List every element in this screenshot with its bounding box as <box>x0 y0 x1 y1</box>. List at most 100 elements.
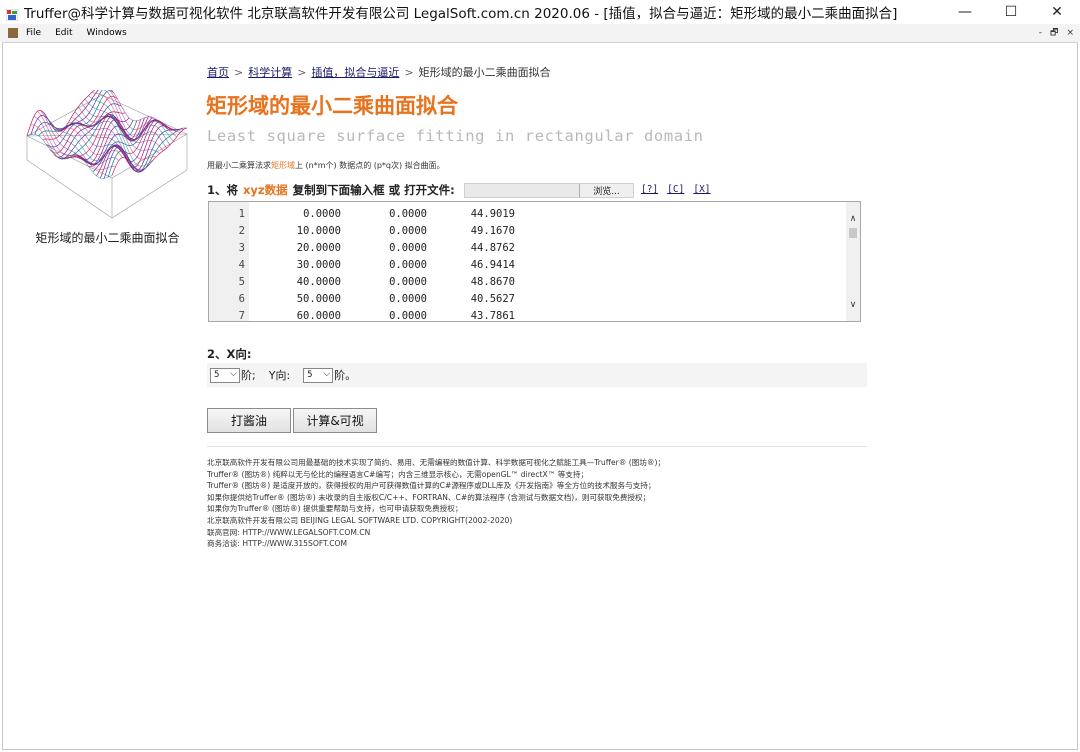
document-icon[interactable] <box>8 28 18 38</box>
desc-text: 用最小二乘算法求 <box>207 161 271 170</box>
cell-value: 20.0000 <box>296 242 341 254</box>
footer-line: Truffer® (图坊®) 纯粹以无与伦比的编程语言C#编写；内含三维显示核心… <box>207 469 589 479</box>
editor-scrollbar[interactable]: ∧ ∨ <box>846 202 860 321</box>
cell-value: 0.0000 <box>389 242 427 254</box>
breadcrumb-separator: > <box>404 66 414 79</box>
editor-row: 3 20.0000 0.0000 44.8762 <box>209 242 849 259</box>
file-path-field[interactable] <box>465 184 579 197</box>
mdi-minimize-button[interactable]: - <box>1039 28 1042 38</box>
surface-mesh-line <box>98 86 184 131</box>
step1-label: 1、将 xyz数据 复制到下面输入框 或 打开文件: <box>207 182 455 198</box>
x-order-select[interactable]: 5 ⌵ <box>210 367 240 383</box>
mdi-restore-button[interactable]: 🗗 <box>1050 25 1058 41</box>
compute-visualize-button[interactable]: 计算&可视 <box>293 408 377 433</box>
scroll-down-icon[interactable]: ∨ <box>846 298 860 312</box>
menu-windows[interactable]: Windows <box>87 28 127 38</box>
cell-value: 0.0000 <box>389 259 427 271</box>
footer-line: 北京联高软件开发有限公司 BEIJING LEGAL SOFTWARE LTD.… <box>207 515 513 525</box>
scroll-up-icon[interactable]: ∧ <box>846 212 860 226</box>
step1-xyz: xyz数据 <box>243 183 288 197</box>
step2-label: 2、X向: <box>207 347 252 361</box>
editor-row: 5 40.0000 0.0000 48.8670 <box>209 276 849 293</box>
footer-line: 如果你为Truffer® (图坊®) 提供重要帮助与支持，也可申请获取免费授权； <box>207 504 463 514</box>
line-number: 7 <box>238 310 245 322</box>
footer-line: 如果你提供给Truffer® (图坊®) 未收录的自主版权C/C++、FORTR… <box>207 492 651 502</box>
step1-prefix: 1、将 <box>207 183 239 197</box>
footer-line: Truffer® (图坊®) 是适度开放的，获得授权的用户可获得数值计算的C#源… <box>207 481 656 491</box>
cell-value: 0.0000 <box>389 276 427 288</box>
mdi-close-button[interactable]: × <box>1066 28 1074 38</box>
x-order-value: 5 <box>214 369 220 380</box>
cell-value: 48.8670 <box>470 276 515 288</box>
footer-line: 商务洽谈: HTTP://WWW.315SOFT.COM <box>207 539 348 549</box>
y-order-label: Y向: <box>268 369 291 382</box>
y-order-value: 5 <box>307 369 313 380</box>
cell-value: 44.8762 <box>470 242 515 254</box>
close-link[interactable]: [X] <box>693 184 710 195</box>
line-number: 6 <box>238 293 245 305</box>
cell-value: 60.0000 <box>296 310 341 322</box>
cell-value: 0.0000 <box>389 208 427 220</box>
sidebar-caption[interactable]: 矩形域的最小二乘曲面拟合 <box>20 229 195 246</box>
cell-value: 40.0000 <box>296 276 341 288</box>
breadcrumb-scientific[interactable]: 科学计算 <box>248 66 292 79</box>
maximize-button[interactable]: ☐ <box>988 0 1034 24</box>
cell-value: 40.5627 <box>470 293 515 305</box>
cell-value: 49.1670 <box>470 225 515 237</box>
scrollbar-thumb[interactable] <box>849 228 857 238</box>
footer: 北京联高软件开发有限公司用最基础的技术实现了简约、易用、无需编程的数值计算、科学… <box>207 457 665 550</box>
browse-button[interactable]: 浏览... <box>579 184 633 197</box>
data-input-editor[interactable]: 1 0.0000 0.0000 44.9019 2 10.0000 0.0000 49.167… <box>208 201 861 322</box>
y-order-select[interactable]: 5 ⌵ <box>303 367 334 383</box>
line-number: 1 <box>238 208 245 220</box>
editor-actions: [?] [C] [X] <box>641 184 720 195</box>
line-number: 2 <box>238 225 245 237</box>
footer-line: 联高官网: HTTP://WWW.LEGALSOFT.COM.CN <box>207 527 371 537</box>
title-bar: Truffer@科学计算与数据可视化软件 北京联高软件开发有限公司 LegalS… <box>0 0 1080 24</box>
editor-row: 4 30.0000 0.0000 46.9414 <box>209 259 849 276</box>
cell-value: 43.7861 <box>470 310 515 322</box>
cell-value: 50.0000 <box>296 293 341 305</box>
clear-link[interactable]: [C] <box>667 184 684 195</box>
editor-row: 2 10.0000 0.0000 49.1670 <box>209 225 849 242</box>
breadcrumb: 首页 > 科学计算 > 插值，拟合与逼近 > 矩形域的最小二乘曲面拟合 <box>207 64 551 80</box>
surface-mesh-line <box>42 95 118 140</box>
line-number: 3 <box>238 242 245 254</box>
breadcrumb-current: 矩形域的最小二乘曲面拟合 <box>418 66 551 79</box>
cell-value: 0.0000 <box>389 310 427 322</box>
menu-edit[interactable]: Edit <box>55 28 72 38</box>
page-title: 矩形域的最小二乘曲面拟合 <box>206 94 458 118</box>
menu-file[interactable]: File <box>26 28 41 38</box>
editor-row: 1 0.0000 0.0000 44.9019 <box>209 208 849 225</box>
divider <box>207 446 867 447</box>
editor-row: 7 60.0000 0.0000 43.7861 <box>209 310 849 322</box>
desc-highlight: 矩形域 <box>271 161 295 170</box>
breadcrumb-separator: > <box>297 66 307 79</box>
page-subtitle: Least square surface fitting in rectangu… <box>207 127 704 145</box>
surface-mesh-line <box>34 86 110 135</box>
x-order-unit: 阶; <box>241 369 256 382</box>
soy-sauce-button[interactable]: 打酱油 <box>207 408 291 433</box>
order-settings: 5 ⌵ 阶; Y向: 5 ⌵ 阶。 <box>207 363 867 387</box>
cell-value: 0.0000 <box>389 225 427 237</box>
breadcrumb-interpolation[interactable]: 插值，拟合与逼近 <box>311 66 399 79</box>
surface-plot-icon[interactable] <box>22 85 192 220</box>
app-icon[interactable] <box>5 6 19 22</box>
line-number: 5 <box>238 276 245 288</box>
footer-line: 北京联高软件开发有限公司用最基础的技术实现了简约、易用、无需编程的数值计算、科学… <box>207 458 666 467</box>
file-input[interactable]: 浏览... <box>464 183 634 198</box>
help-link[interactable]: [?] <box>641 184 658 195</box>
desc-text-end: 上 (n*m个) 数据点的 (p*q次) 拟合曲面。 <box>295 161 445 170</box>
line-number: 4 <box>238 259 245 271</box>
chevron-down-icon: ⌵ <box>323 368 331 379</box>
cell-value: 30.0000 <box>296 259 341 271</box>
breadcrumb-separator: > <box>234 66 244 79</box>
cell-value: 0.0000 <box>389 293 427 305</box>
y-order-unit: 阶。 <box>334 369 357 382</box>
breadcrumb-home[interactable]: 首页 <box>207 66 229 79</box>
close-button[interactable]: ✕ <box>1034 0 1080 24</box>
minimize-button[interactable]: — <box>942 0 988 24</box>
window-title: Truffer@科学计算与数据可视化软件 北京联高软件开发有限公司 LegalS… <box>24 6 898 22</box>
chevron-down-icon: ⌵ <box>230 368 237 379</box>
menu-bar: File Edit Windows - 🗗 × <box>0 24 1080 42</box>
